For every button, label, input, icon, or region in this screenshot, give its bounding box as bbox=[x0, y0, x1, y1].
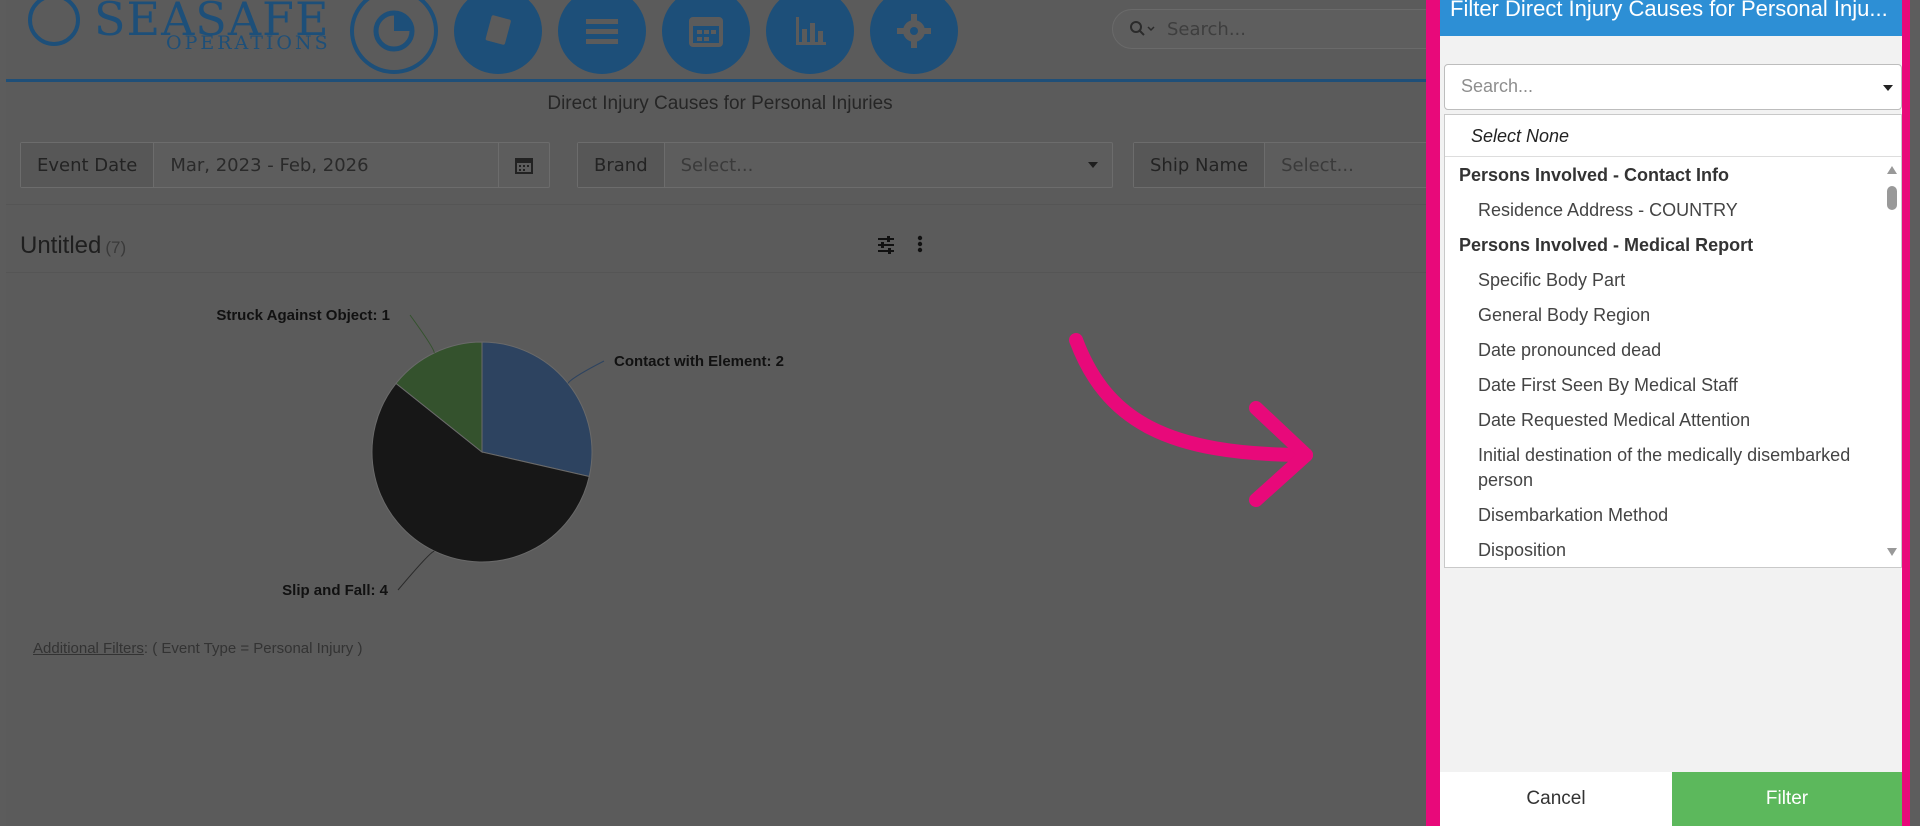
sliders-icon[interactable] bbox=[876, 234, 896, 256]
widget-title-text: Untitled bbox=[20, 232, 102, 259]
pie-data-label: Contact with Element: 2 bbox=[614, 353, 784, 370]
option-list: Persons Involved - Contact Info Residenc… bbox=[1445, 158, 1885, 567]
pie-data-label: Struck Against Object: 1 bbox=[216, 307, 390, 324]
panel-footer: Cancel Filter bbox=[1440, 772, 1902, 826]
option-item[interactable]: Date First Seen By Medical Staff bbox=[1445, 368, 1885, 403]
scroll-down-icon[interactable] bbox=[1887, 548, 1897, 556]
additional-filters-link[interactable]: Additional Filters bbox=[33, 640, 144, 657]
pie-label-connector bbox=[409, 314, 435, 354]
widget-title: Untitled (7) bbox=[20, 232, 126, 260]
scroll-up-icon[interactable] bbox=[1887, 166, 1897, 174]
option-item[interactable]: Initial destination of the medically dis… bbox=[1445, 438, 1885, 498]
top-bar: SEASAFE OPERATIONS Search... bbox=[6, 0, 1434, 82]
pie-label-connector bbox=[397, 550, 435, 591]
nav-reports-button[interactable] bbox=[454, 0, 542, 74]
panel-right-border bbox=[1902, 0, 1910, 826]
nav-dashboard-button[interactable] bbox=[350, 0, 438, 74]
pie-data-label: Slip and Fall: 4 bbox=[282, 582, 389, 599]
cancel-button[interactable]: Cancel bbox=[1440, 772, 1672, 826]
page-edge bbox=[1910, 0, 1920, 826]
option-group-header: Persons Involved - Contact Info bbox=[1459, 165, 1730, 185]
curved-arrow-annotation bbox=[1069, 333, 1313, 507]
event-date-value[interactable]: Mar, 2023 - Feb, 2026 bbox=[154, 143, 498, 187]
additional-filters: Additional Filters: ( Event Type = Perso… bbox=[33, 640, 362, 657]
option-group-header: Persons Involved - Medical Report bbox=[1459, 235, 1754, 255]
panel-left-border bbox=[1426, 0, 1440, 826]
header-divider bbox=[6, 79, 1434, 82]
calendar-icon bbox=[515, 158, 533, 174]
ship-name-label: Ship Name bbox=[1134, 143, 1266, 187]
search-icon bbox=[1130, 21, 1155, 36]
brand-select-placeholder[interactable]: Select... bbox=[665, 143, 1088, 187]
event-date-label: Event Date bbox=[21, 143, 155, 187]
book-icon bbox=[485, 15, 511, 45]
select-none-option[interactable]: Select None bbox=[1445, 115, 1901, 157]
filter-button[interactable]: Filter bbox=[1672, 772, 1902, 826]
panel-search-placeholder: Search... bbox=[1461, 76, 1534, 96]
nav-list-button[interactable] bbox=[558, 0, 646, 74]
nav-calendar-button[interactable] bbox=[662, 0, 750, 74]
chevron-down-icon bbox=[1883, 85, 1893, 91]
global-search-placeholder: Search... bbox=[1167, 19, 1247, 40]
additional-filters-value: : ( Event Type = Personal Injury ) bbox=[143, 640, 363, 657]
widget-divider bbox=[6, 272, 1434, 273]
gear-icon bbox=[897, 14, 931, 48]
field-options-dropdown: Select None Persons Involved - Contact I… bbox=[1444, 114, 1902, 568]
filter-panel: Filter Direct Injury Causes for Personal… bbox=[1440, 0, 1902, 826]
seasafe-logo[interactable]: SEASAFE OPERATIONS bbox=[24, 0, 334, 64]
filter-panel-title: Filter Direct Injury Causes for Personal… bbox=[1440, 0, 1902, 36]
pie-chart: Contact with Element: 2 Slip and Fall: 4 S… bbox=[216, 307, 784, 599]
page-title: Direct Injury Causes for Personal Injuri… bbox=[547, 93, 893, 114]
option-item[interactable]: Disembarkation Method bbox=[1445, 498, 1885, 533]
nav-analytics-button[interactable] bbox=[766, 0, 854, 74]
widget-record-count: (7) bbox=[105, 238, 127, 257]
panel-search-select[interactable]: Search... bbox=[1444, 64, 1902, 110]
menu-icon bbox=[586, 19, 618, 44]
bar-chart-icon bbox=[796, 17, 826, 45]
filters-row: Event Date Mar, 2023 - Feb, 2026 Brand S… bbox=[6, 118, 1434, 205]
calendar-icon bbox=[689, 17, 723, 47]
brand-filter[interactable]: Brand Select... bbox=[577, 142, 1113, 188]
scrollbar-thumb[interactable] bbox=[1887, 186, 1897, 210]
pie-chart-icon bbox=[373, 10, 415, 52]
more-vertical-icon[interactable] bbox=[916, 234, 924, 256]
ship-name-filter[interactable]: Ship Name Select... bbox=[1133, 142, 1434, 188]
option-item[interactable]: Date pronounced dead bbox=[1445, 333, 1885, 368]
event-date-calendar-button[interactable] bbox=[498, 143, 549, 187]
option-item[interactable]: Date Requested Medical Attention bbox=[1445, 403, 1885, 438]
pie-label-connector bbox=[567, 360, 605, 384]
app-background: SEASAFE OPERATIONS Search... Direct Inju… bbox=[6, 0, 1434, 826]
trident-logo-icon bbox=[28, 0, 80, 46]
event-date-filter[interactable]: Event Date Mar, 2023 - Feb, 2026 bbox=[20, 142, 550, 188]
brand-label: Brand bbox=[578, 143, 665, 187]
ship-name-select-placeholder[interactable]: Select... bbox=[1265, 143, 1434, 187]
logo-sub-text: OPERATIONS bbox=[166, 32, 331, 54]
option-item[interactable]: General Body Region bbox=[1445, 298, 1885, 333]
option-item[interactable]: Disposition bbox=[1445, 533, 1885, 567]
option-item[interactable]: Residence Address - COUNTRY bbox=[1445, 193, 1885, 228]
dropdown-scrollbar[interactable] bbox=[1883, 158, 1901, 567]
global-search-input[interactable]: Search... bbox=[1112, 9, 1434, 49]
nav-settings-button[interactable] bbox=[870, 0, 958, 74]
chevron-down-icon bbox=[1088, 162, 1098, 168]
option-item[interactable]: Specific Body Part bbox=[1445, 263, 1885, 298]
